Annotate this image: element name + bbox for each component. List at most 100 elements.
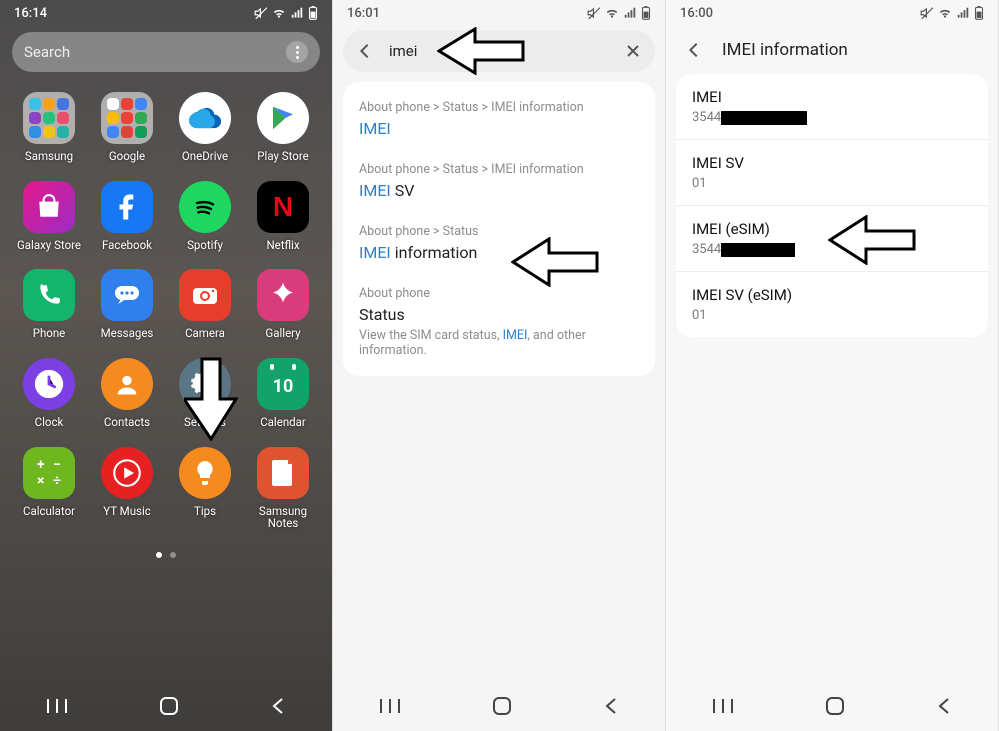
- signal-icon: [956, 6, 970, 20]
- row-key: IMEI SV (eSIM): [692, 286, 972, 304]
- result-title: IMEI: [359, 119, 639, 138]
- result-title: Status: [359, 305, 639, 324]
- app-settings[interactable]: Settings: [166, 358, 244, 429]
- panel-home-screen: 16:14 Search Samsung Google OneDrive Pla…: [0, 0, 333, 731]
- result-description: View the SIM card status, IMEI, and othe…: [359, 328, 639, 358]
- result-breadcrumb: About phone > Status: [359, 224, 639, 239]
- search-placeholder: Search: [24, 43, 286, 61]
- search-query[interactable]: imei: [389, 42, 609, 60]
- app-gallery[interactable]: Gallery: [244, 269, 322, 340]
- app-spotify[interactable]: Spotify: [166, 181, 244, 252]
- app-search-bar[interactable]: Search: [12, 32, 320, 72]
- redacted: [721, 111, 807, 125]
- app-google-folder[interactable]: Google: [88, 92, 166, 163]
- result-breadcrumb: About phone > Status > IMEI information: [359, 100, 639, 115]
- status-time: 16:00: [680, 6, 713, 21]
- messages-icon: [113, 284, 141, 306]
- result-breadcrumb: About phone > Status > IMEI information: [359, 162, 639, 177]
- search-bar[interactable]: imei: [343, 30, 655, 72]
- row-key: IMEI (eSIM): [692, 220, 972, 238]
- app-calculator[interactable]: +−×÷Calculator: [10, 447, 88, 530]
- row-key: IMEI: [692, 88, 972, 106]
- imei-row-imei-esim[interactable]: IMEI (eSIM) 3544: [676, 206, 988, 272]
- search-result[interactable]: About phone Status View the SIM card sta…: [343, 274, 655, 370]
- nav-recent[interactable]: [712, 697, 734, 719]
- search-result[interactable]: About phone > Status > IMEI information …: [343, 150, 655, 212]
- row-value: 01: [692, 176, 972, 191]
- imei-row-imei[interactable]: IMEI 3544: [676, 74, 988, 140]
- status-bar: 16:00: [666, 0, 998, 26]
- search-results-card: About phone > Status > IMEI information …: [343, 82, 655, 376]
- search-result[interactable]: About phone > Status > IMEI information …: [343, 88, 655, 150]
- facebook-icon: [112, 192, 142, 222]
- signal-icon: [290, 6, 304, 20]
- status-icons: [254, 6, 318, 20]
- search-result[interactable]: About phone > Status IMEI information: [343, 212, 655, 274]
- back-icon[interactable]: [349, 35, 381, 67]
- panel-imei-information: 16:00 IMEI information IMEI 3544 IMEI SV…: [666, 0, 999, 731]
- mute-icon: [254, 6, 268, 20]
- status-time: 16:14: [14, 6, 47, 21]
- app-clock[interactable]: Clock: [10, 358, 88, 429]
- app-samsung-folder[interactable]: Samsung: [10, 92, 88, 163]
- clear-icon[interactable]: [617, 35, 649, 67]
- row-key: IMEI SV: [692, 154, 972, 172]
- nav-home[interactable]: [492, 696, 512, 720]
- app-yt-music[interactable]: YT Music: [88, 447, 166, 530]
- status-icons: [587, 6, 651, 20]
- app-onedrive[interactable]: OneDrive: [166, 92, 244, 163]
- signal-icon: [623, 6, 637, 20]
- nav-home[interactable]: [825, 696, 845, 720]
- app-tips[interactable]: Tips: [166, 447, 244, 530]
- app-grid: Samsung Google OneDrive Play Store Galax…: [0, 72, 332, 530]
- nav-recent[interactable]: [46, 697, 68, 719]
- camera-icon: [191, 284, 219, 306]
- search-more-icon[interactable]: [286, 41, 308, 63]
- app-calendar[interactable]: 10Calendar: [244, 358, 322, 429]
- app-play-store[interactable]: Play Store: [244, 92, 322, 163]
- imei-row-imeisv[interactable]: IMEI SV 01: [676, 140, 988, 206]
- mute-icon: [587, 6, 601, 20]
- imei-row-imeisv-esim[interactable]: IMEI SV (eSIM) 01: [676, 272, 988, 337]
- imei-card: IMEI 3544 IMEI SV 01 IMEI (eSIM) 3544 IM…: [676, 74, 988, 337]
- app-netflix[interactable]: NNetflix: [244, 181, 322, 252]
- app-camera[interactable]: Camera: [166, 269, 244, 340]
- redacted: [721, 243, 795, 257]
- app-facebook[interactable]: Facebook: [88, 181, 166, 252]
- app-messages[interactable]: Messages: [88, 269, 166, 340]
- page-indicator[interactable]: [0, 552, 332, 558]
- nav-back[interactable]: [270, 696, 286, 720]
- wifi-icon: [938, 6, 952, 20]
- app-galaxy-store[interactable]: Galaxy Store: [10, 181, 88, 252]
- play-store-icon: [268, 103, 298, 133]
- panel-settings-search: 16:01 imei About phone > Status > IMEI i…: [333, 0, 666, 731]
- nav-recent[interactable]: [379, 697, 401, 719]
- app-phone[interactable]: Phone: [10, 269, 88, 340]
- contacts-icon: [113, 370, 141, 398]
- spotify-icon: [189, 191, 221, 223]
- mute-icon: [920, 6, 934, 20]
- status-icons: [920, 6, 984, 20]
- app-contacts[interactable]: Contacts: [88, 358, 166, 429]
- nav-back[interactable]: [936, 696, 952, 720]
- status-bar: 16:01: [333, 0, 665, 26]
- phone-icon: [36, 282, 62, 308]
- yt-music-icon: [110, 456, 144, 490]
- notes-icon: [270, 458, 296, 488]
- back-icon[interactable]: [682, 38, 706, 62]
- clock-icon: [32, 367, 66, 401]
- bulb-icon: [193, 459, 217, 487]
- shopping-bag-icon: [36, 194, 62, 220]
- battery-icon: [974, 6, 984, 20]
- wifi-icon: [605, 6, 619, 20]
- nav-bar: [666, 685, 998, 731]
- nav-bar: [0, 685, 332, 731]
- row-value: 01: [692, 308, 972, 323]
- gear-icon: [190, 369, 220, 399]
- nav-home[interactable]: [159, 696, 179, 720]
- battery-icon: [308, 6, 318, 20]
- nav-back[interactable]: [603, 696, 619, 720]
- row-value: 3544: [692, 242, 972, 257]
- onedrive-icon: [188, 107, 222, 129]
- app-samsung-notes[interactable]: Samsung Notes: [244, 447, 322, 530]
